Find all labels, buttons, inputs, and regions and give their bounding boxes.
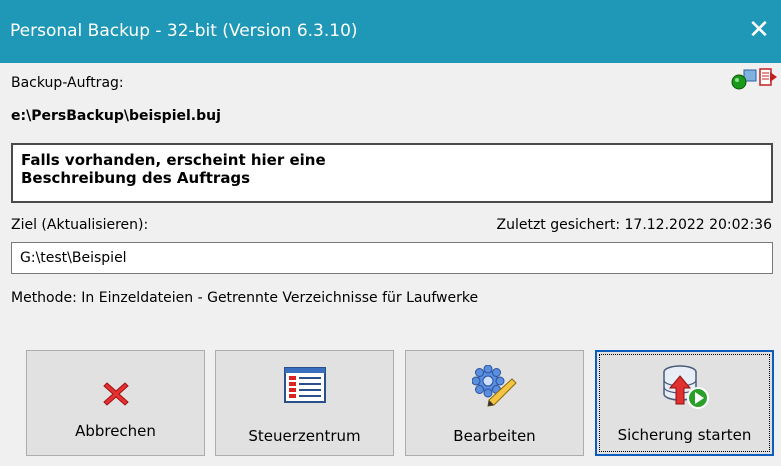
start-backup-label: Sicherung starten <box>617 426 752 444</box>
edit-button[interactable]: Bearbeiten <box>405 350 584 456</box>
last-saved-text: Zuletzt gesichert: 17.12.2022 20:02:36 <box>496 217 772 233</box>
control-center-button[interactable]: Steuerzentrum <box>215 350 394 456</box>
job-status-icon <box>731 68 777 90</box>
job-description-box: Falls vorhanden, erscheint hier eine Bes… <box>11 143 773 203</box>
method-text: Methode: In Einzeldateien - Getrennte Ve… <box>11 290 479 306</box>
title-bar: Personal Backup - 32-bit (Version 6.3.10… <box>0 0 781 63</box>
start-backup-button[interactable]: Sicherung starten <box>595 350 774 456</box>
gear-pencil-icon <box>471 365 517 407</box>
control-panel-icon <box>283 367 326 403</box>
description-line-2: Beschreibung des Auftrags <box>21 169 251 187</box>
target-path-field[interactable]: G:\test\Beispiel <box>11 242 773 274</box>
job-label: Backup-Auftrag: <box>11 75 124 91</box>
description-line-1: Falls vorhanden, erscheint hier eine <box>21 151 326 169</box>
target-label: Ziel (Aktualisieren): <box>11 217 149 233</box>
edit-label: Bearbeiten <box>453 427 536 445</box>
database-upload-play-icon <box>662 365 709 409</box>
job-path: e:\PersBackup\beispiel.buj <box>11 108 221 124</box>
window-title: Personal Backup - 32-bit (Version 6.3.10… <box>10 21 358 41</box>
cancel-button[interactable]: Abbrechen <box>26 350 205 456</box>
close-icon[interactable]: ✕ <box>745 16 773 44</box>
red-x-icon <box>102 382 129 406</box>
cancel-label: Abbrechen <box>75 422 156 440</box>
control-center-label: Steuerzentrum <box>248 427 361 445</box>
